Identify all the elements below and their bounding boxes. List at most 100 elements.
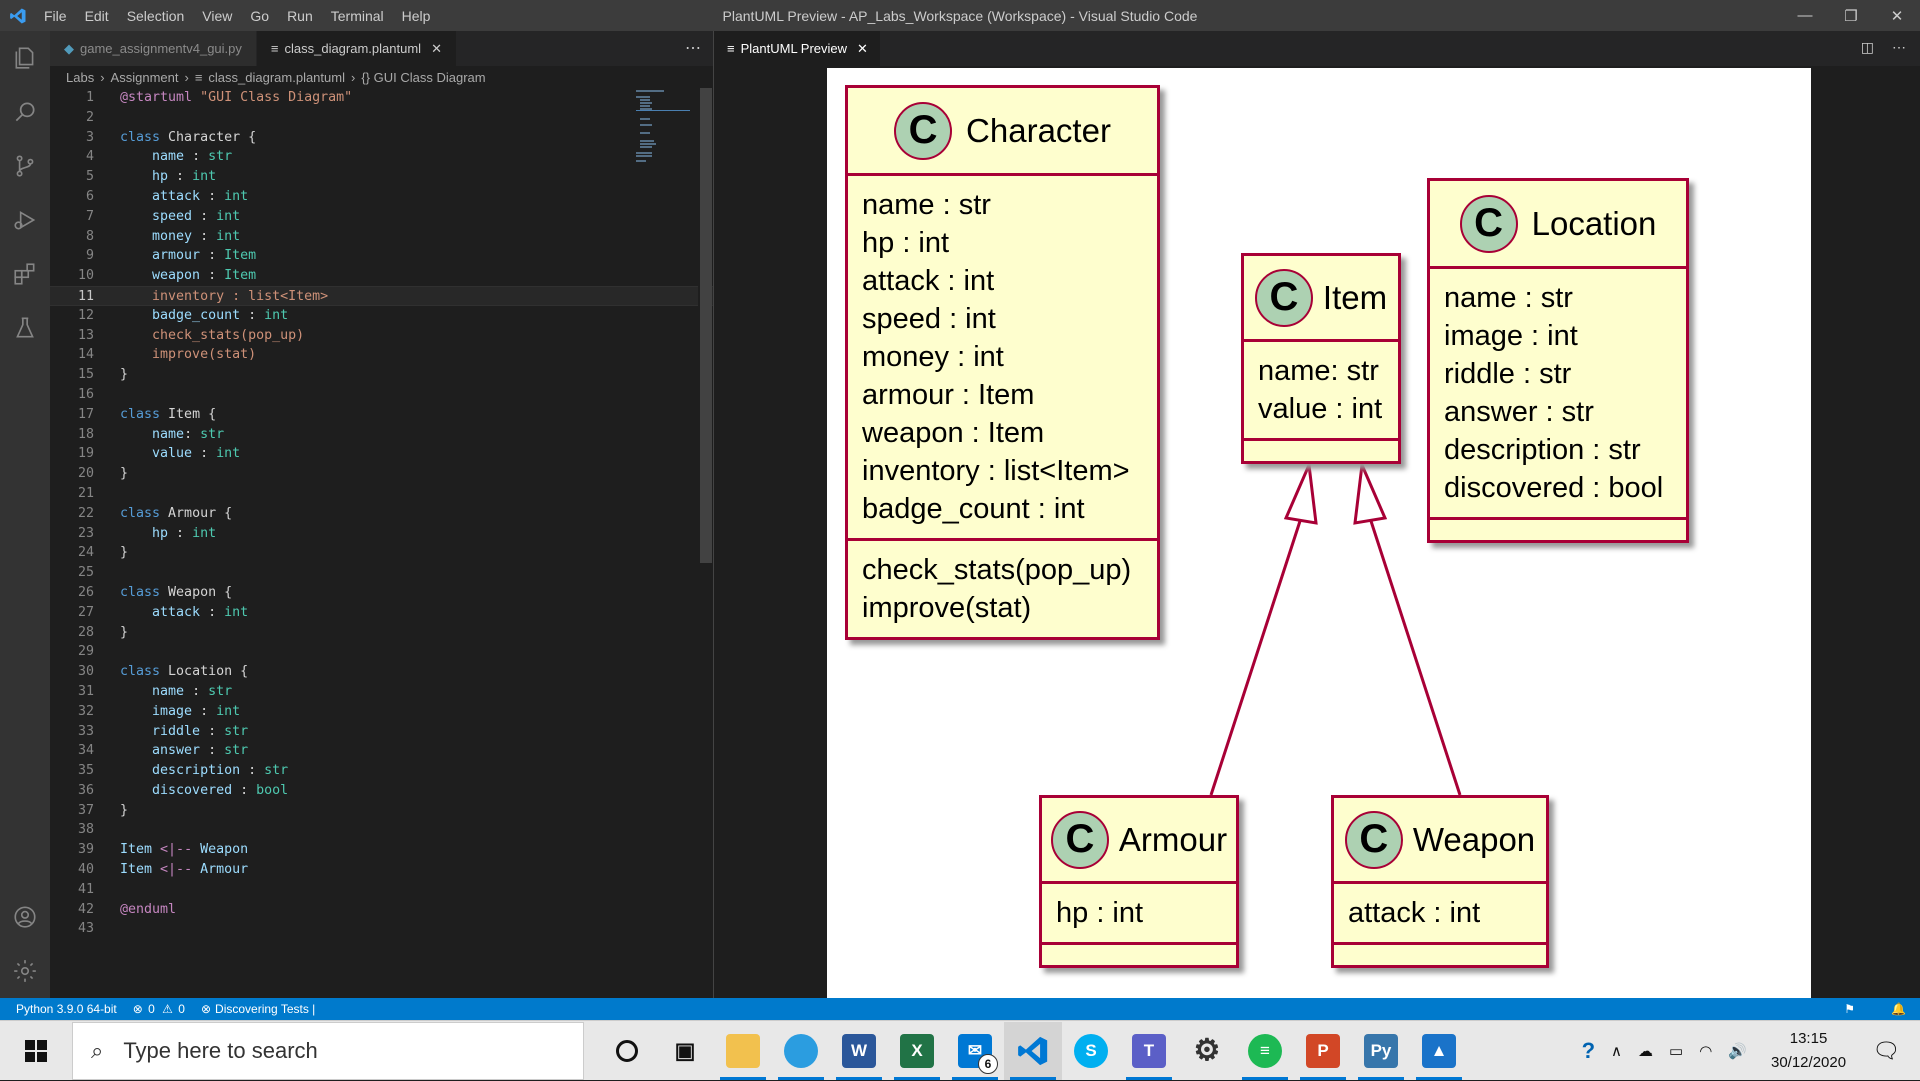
settings-gear-icon[interactable] <box>0 944 50 998</box>
code-line[interactable]: 33 riddle : str <box>50 722 713 742</box>
code-line[interactable]: 13 check_stats(pop_up) <box>50 326 713 346</box>
code-line[interactable]: 27 attack : int <box>50 603 713 623</box>
taskbar-search-box[interactable]: ⌕ Type here to search <box>72 1021 584 1080</box>
source-control-icon[interactable] <box>0 139 50 193</box>
code-line[interactable]: 24} <box>50 543 713 563</box>
code-line[interactable]: 28} <box>50 623 713 643</box>
settings-gear-icon[interactable]: ⚙ <box>1178 1022 1236 1080</box>
tab-class-diagram[interactable]: ≡ class_diagram.plantuml ✕ <box>256 31 457 66</box>
photos-icon[interactable]: ▲ <box>1410 1022 1468 1080</box>
code-line[interactable]: 9 armour : Item <box>50 246 713 266</box>
code-line[interactable]: 4 name : str <box>50 147 713 167</box>
menu-terminal[interactable]: Terminal <box>322 8 393 24</box>
problems-indicator[interactable]: ⊗ 0 ⚠ 0 <box>133 1002 185 1016</box>
menu-run[interactable]: Run <box>278 8 322 24</box>
code-line[interactable]: 18 name: str <box>50 425 713 445</box>
close-tab-icon[interactable]: ✕ <box>857 41 868 57</box>
volume-icon[interactable]: 🔊 <box>1728 1042 1747 1060</box>
code-line[interactable]: 38 <box>50 820 713 840</box>
teams-icon[interactable]: T <box>1120 1022 1178 1080</box>
search-icon[interactable] <box>0 85 50 139</box>
code-line[interactable]: 10 weapon : Item <box>50 266 713 286</box>
more-actions-icon[interactable]: ⋯ <box>1892 39 1906 56</box>
code-line[interactable]: 14 improve(stat) <box>50 345 713 365</box>
menu-help[interactable]: Help <box>393 8 440 24</box>
excel-icon[interactable]: X <box>888 1022 946 1080</box>
code-editor[interactable]: 1 @startuml "GUI Class Diagram" 2 3 class Ch… <box>50 88 713 939</box>
extensions-icon[interactable] <box>0 247 50 301</box>
code-line[interactable]: 12 badge_count : int <box>50 306 713 326</box>
chevron-up-icon[interactable]: ∧ <box>1611 1042 1622 1060</box>
breadcrumb-item[interactable]: Assignment <box>111 70 179 85</box>
python-icon[interactable]: Py <box>1352 1022 1410 1080</box>
code-line[interactable]: 16 <box>50 385 713 405</box>
code-line[interactable]: 43 <box>50 919 713 939</box>
mail-icon[interactable]: ✉ 6 <box>946 1022 1004 1080</box>
code-line[interactable]: 19 value : int <box>50 444 713 464</box>
code-line[interactable]: 1 @startuml "GUI Class Diagram" <box>50 88 713 108</box>
code-line[interactable]: 21 <box>50 484 713 504</box>
spotify-icon[interactable]: ≡ <box>1236 1022 1294 1080</box>
edge-icon[interactable] <box>772 1022 830 1080</box>
menu-edit[interactable]: Edit <box>76 8 118 24</box>
code-line[interactable]: 40 Item <|-- Armour <box>50 860 713 880</box>
menu-go[interactable]: Go <box>241 8 278 24</box>
menu-file[interactable]: File <box>35 8 76 24</box>
windows-start-icon[interactable] <box>0 1021 72 1081</box>
scrollbar-thumb[interactable] <box>700 88 712 563</box>
code-line[interactable]: 17 class Item { <box>50 405 713 425</box>
task-view-icon[interactable]: ▣ <box>656 1022 714 1080</box>
more-actions-icon[interactable]: ⋯ <box>685 38 701 58</box>
code-line[interactable]: 2 <box>50 108 713 128</box>
code-line[interactable]: 29 <box>50 642 713 662</box>
code-line[interactable]: 26 class Weapon { <box>50 583 713 603</box>
split-editor-icon[interactable]: ◫ <box>1861 39 1874 56</box>
code-line[interactable]: 5 hp : int <box>50 167 713 187</box>
vscode-taskbar-icon[interactable] <box>1004 1021 1062 1080</box>
code-line[interactable]: 34 answer : str <box>50 741 713 761</box>
code-line[interactable]: 11 inventory : list<Item> <box>50 285 713 306</box>
close-tab-icon[interactable]: ✕ <box>431 41 442 57</box>
help-icon[interactable]: ? <box>1582 1038 1595 1064</box>
breadcrumb-item[interactable]: class_diagram.plantuml <box>208 70 345 85</box>
testing-flask-icon[interactable] <box>0 301 50 355</box>
account-icon[interactable] <box>0 890 50 944</box>
code-line[interactable]: 37} <box>50 801 713 821</box>
breadcrumb-item[interactable]: {} GUI Class Diagram <box>361 70 485 85</box>
code-line[interactable]: 20} <box>50 464 713 484</box>
code-line[interactable]: 25 <box>50 563 713 583</box>
code-line[interactable]: 15} <box>50 365 713 385</box>
breadcrumb-item[interactable]: Labs <box>66 70 94 85</box>
code-line[interactable]: 35 description : str <box>50 761 713 781</box>
onedrive-cloud-icon[interactable]: ☁ <box>1638 1042 1653 1060</box>
code-line[interactable]: 32 image : int <box>50 702 713 722</box>
menu-selection[interactable]: Selection <box>118 8 194 24</box>
code-line[interactable]: 31 name : str <box>50 682 713 702</box>
clock[interactable]: 13:15 30/12/2020 <box>1771 1027 1846 1075</box>
tab-plantuml-preview[interactable]: ≡ PlantUML Preview ✕ <box>715 31 880 66</box>
code-line[interactable]: 41 <box>50 880 713 900</box>
code-line[interactable]: 30 class Location { <box>50 662 713 682</box>
file-explorer-icon[interactable] <box>714 1022 772 1080</box>
code-line[interactable]: 42 @enduml <box>50 900 713 920</box>
explorer-icon[interactable] <box>0 31 50 85</box>
cortana-icon[interactable] <box>598 1022 656 1080</box>
restore-button[interactable]: ❐ <box>1828 0 1874 31</box>
run-debug-icon[interactable] <box>0 193 50 247</box>
notification-center-icon[interactable]: 🗨 <box>1872 1038 1900 1064</box>
wifi-icon[interactable]: ◠ <box>1699 1042 1712 1060</box>
menu-view[interactable]: View <box>193 8 241 24</box>
editor-scrollbar[interactable] <box>698 88 712 998</box>
minimap[interactable] <box>634 88 690 188</box>
battery-icon[interactable]: ▭ <box>1669 1042 1683 1060</box>
code-line[interactable]: 39 Item <|-- Weapon <box>50 840 713 860</box>
code-line[interactable]: 6 attack : int <box>50 187 713 207</box>
close-window-button[interactable]: ✕ <box>1874 0 1920 31</box>
code-line[interactable]: 7 speed : int <box>50 207 713 227</box>
code-line[interactable]: 36 discovered : bool <box>50 781 713 801</box>
notifications-bell-icon[interactable]: 🔔 <box>1891 1002 1906 1016</box>
word-icon[interactable]: W <box>830 1022 888 1080</box>
minimize-button[interactable]: — <box>1782 0 1828 31</box>
skype-icon[interactable]: S <box>1062 1022 1120 1080</box>
feedback-icon[interactable]: ⚑ <box>1844 1002 1855 1016</box>
